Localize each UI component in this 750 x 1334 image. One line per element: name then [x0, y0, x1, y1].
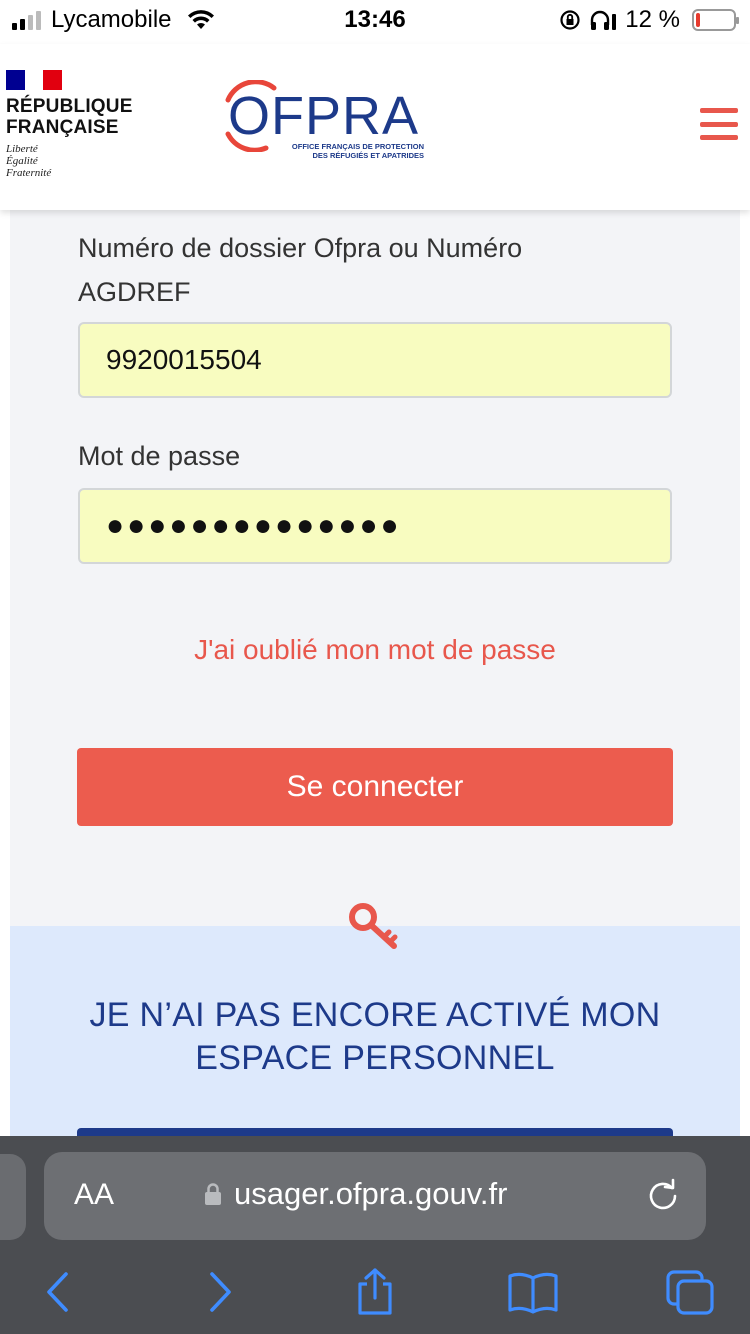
- url-text: usager.ofpra.gouv.fr: [234, 1176, 508, 1211]
- ofpra-wordmark: OFPRA: [228, 86, 420, 146]
- share-icon[interactable]: [348, 1268, 402, 1316]
- ofpra-subtitle-line-2: DES RÉFUGIÉS ET APATRIDES: [312, 151, 424, 160]
- forward-icon[interactable]: [192, 1268, 246, 1316]
- republic-name-line-2: FRANÇAISE: [6, 117, 119, 138]
- activation-title: JE N’AI PAS ENCORE ACTIVÉ MON ESPACE PER…: [89, 996, 661, 1077]
- previous-tab-preview[interactable]: [0, 1154, 26, 1240]
- motto-fraternite: Fraternité: [6, 167, 52, 179]
- ofpra-subtitle-line-1: OFFICE FRANÇAIS DE PROTECTION: [291, 142, 424, 151]
- bookmarks-icon[interactable]: [506, 1268, 560, 1316]
- battery-level-fill: [696, 13, 700, 27]
- dossier-number-label: Numéro de dossier Ofpra ou Numéro AGDREF: [78, 233, 523, 307]
- dossier-number-input[interactable]: [78, 322, 672, 398]
- battery-percent: 12 %: [625, 6, 680, 33]
- browser-toolbar: AA usager.ofpra.gouv.fr: [0, 1136, 750, 1334]
- login-button[interactable]: Se connecter: [77, 748, 673, 826]
- status-bar: Lycamobile 13:46 12 %: [0, 0, 750, 44]
- battery-icon: [692, 9, 739, 31]
- tabs-icon[interactable]: [664, 1268, 718, 1316]
- ofpra-logo[interactable]: OFPRA OFFICE FRANÇAIS DE PROTECTION DES …: [222, 80, 424, 170]
- rotation-lock-icon: [560, 10, 580, 30]
- url-display[interactable]: usager.ofpra.gouv.fr: [204, 1176, 507, 1212]
- activation-panel: JE N’AI PAS ENCORE ACTIVÉ MON ESPACE PER…: [10, 903, 740, 1168]
- screen: Lycamobile 13:46 12 % RÉPUBLIQUE FRANÇAI…: [0, 0, 750, 1334]
- reload-icon[interactable]: [646, 1178, 680, 1212]
- lock-icon: [205, 1183, 221, 1205]
- aa-label: AA: [74, 1178, 115, 1211]
- republic-name-line-1: RÉPUBLIQUE: [6, 96, 133, 117]
- ofpra-subtitle: OFFICE FRANÇAIS DE PROTECTION DES RÉFUGI…: [278, 142, 424, 160]
- headphones-icon: [591, 10, 617, 30]
- browser-nav-row: [0, 1256, 750, 1326]
- hamburger-menu-icon[interactable]: [700, 108, 738, 140]
- status-right: 12 %: [559, 6, 739, 34]
- reader-aa-button[interactable]: AA: [74, 1178, 114, 1212]
- password-input[interactable]: ●●●●●●●●●●●●●●: [78, 488, 672, 564]
- republique-francaise-logo[interactable]: RÉPUBLIQUE FRANÇAISE Liberté Égalité Fra…: [6, 70, 146, 179]
- password-label: Mot de passe: [78, 441, 241, 471]
- key-icon: [349, 903, 398, 949]
- site-header: RÉPUBLIQUE FRANÇAISE Liberté Égalité Fra…: [0, 44, 750, 210]
- motto-liberte: Liberté: [6, 143, 38, 155]
- back-icon[interactable]: [32, 1268, 86, 1316]
- address-bar[interactable]: AA usager.ofpra.gouv.fr: [44, 1152, 706, 1240]
- forgot-password-link[interactable]: J'ai oublié mon mot de passe: [10, 634, 740, 666]
- motto-egalite: Égalité: [6, 155, 38, 167]
- french-flag-icon: [6, 70, 63, 90]
